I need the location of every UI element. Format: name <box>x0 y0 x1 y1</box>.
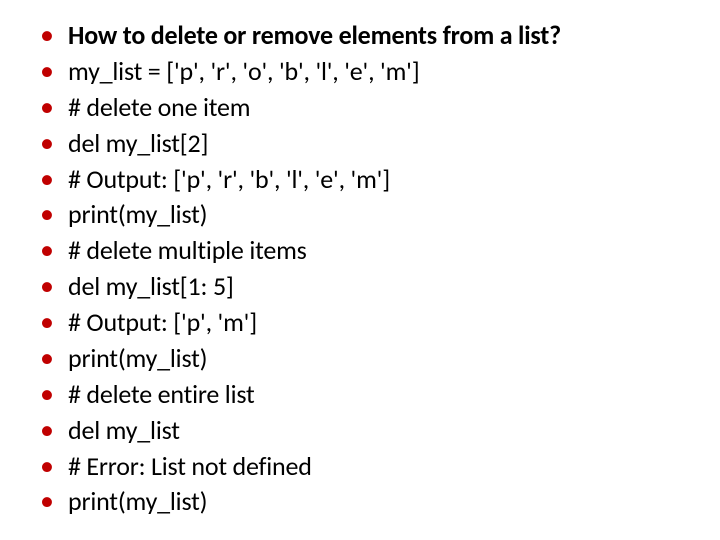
list-item-text: del my_list <box>68 414 180 446</box>
list-item-text: # Output: ['p', 'm'] <box>68 306 257 338</box>
list-item: # delete entire list <box>40 377 690 413</box>
list-item: # Error: List not defined <box>40 449 690 485</box>
list-item: # Output: ['p', 'm'] <box>40 305 690 341</box>
list-item-text: print(my_list) <box>68 342 207 374</box>
list-item: # delete one item <box>40 90 690 126</box>
list-item-text: # delete multiple items <box>68 234 307 266</box>
list-item-text: my_list = ['p', 'r', 'o', 'b', 'l', 'e',… <box>68 55 419 87</box>
list-item: How to delete or remove elements from a … <box>40 18 690 54</box>
list-item-text: # Error: List not defined <box>68 450 312 482</box>
list-item-text: # delete one item <box>68 91 250 123</box>
list-item: del my_list[2] <box>40 126 690 162</box>
list-item-text: print(my_list) <box>68 485 207 517</box>
list-item-text: # delete entire list <box>68 378 255 410</box>
bullet-list: How to delete or remove elements from a … <box>40 18 690 520</box>
list-item: # Output: ['p', 'r', 'b', 'l', 'e', 'm'] <box>40 162 690 198</box>
list-item: print(my_list) <box>40 484 690 520</box>
list-item: # delete multiple items <box>40 233 690 269</box>
list-item: del my_list <box>40 413 690 449</box>
list-item: del my_list[1: 5] <box>40 269 690 305</box>
list-item-text: How to delete or remove elements from a … <box>68 19 561 51</box>
list-item-text: del my_list[1: 5] <box>68 270 234 302</box>
list-item: print(my_list) <box>40 341 690 377</box>
list-item: print(my_list) <box>40 197 690 233</box>
list-item: my_list = ['p', 'r', 'o', 'b', 'l', 'e',… <box>40 54 690 90</box>
list-item-text: # Output: ['p', 'r', 'b', 'l', 'e', 'm'] <box>68 163 390 195</box>
list-item-text: print(my_list) <box>68 198 207 230</box>
list-item-text: del my_list[2] <box>68 127 208 159</box>
